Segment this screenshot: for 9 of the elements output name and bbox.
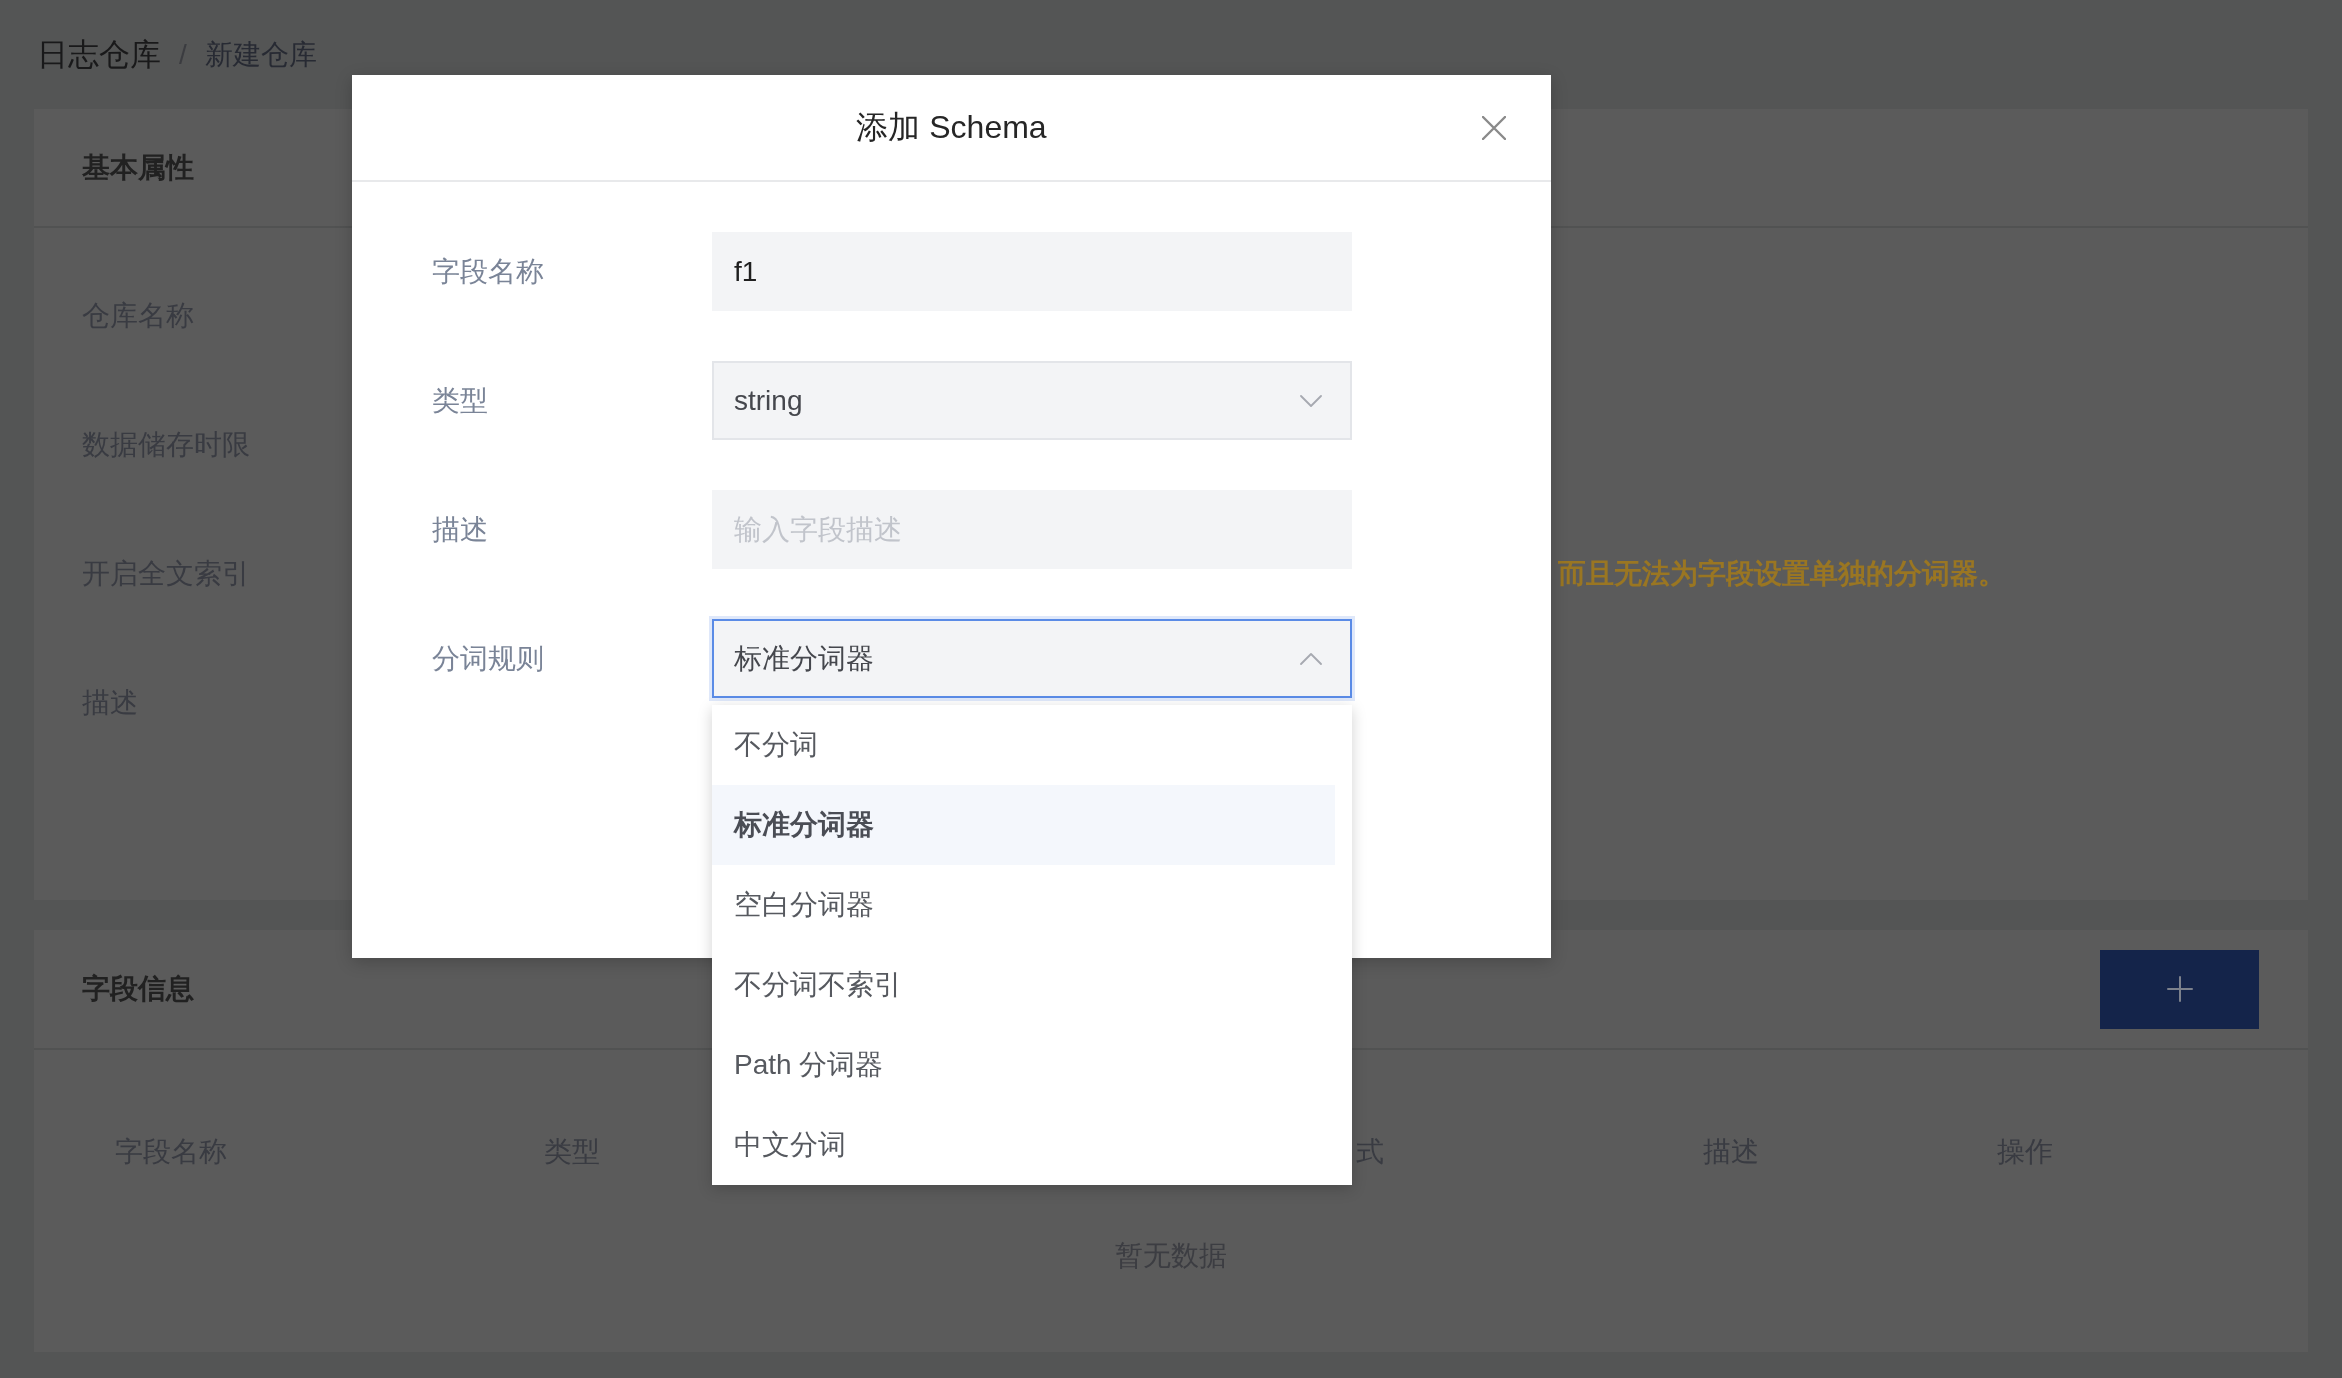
form-label: 描述	[432, 512, 488, 547]
form-label: 类型	[432, 383, 488, 418]
section-title: 字段信息	[82, 972, 194, 1006]
form-label: 分词规则	[432, 641, 544, 676]
warning-text: 而且无法为字段设置单独的分词器。	[1558, 556, 2006, 591]
breadcrumb-separator: /	[179, 38, 187, 71]
modal-title: 添加 Schema	[856, 107, 1047, 147]
form-label: 字段名称	[432, 254, 544, 289]
section-title: 基本属性	[82, 150, 194, 185]
